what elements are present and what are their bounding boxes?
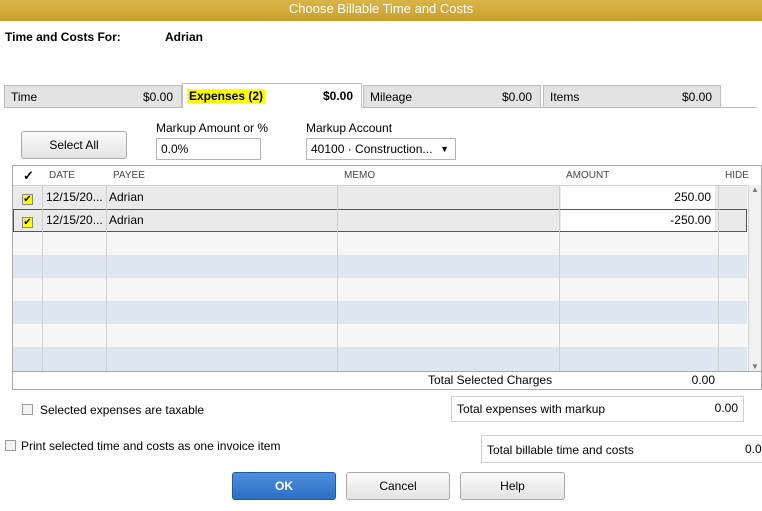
column-header-payee[interactable]: PAYEE — [113, 166, 145, 185]
total-markup-value: 0.00 — [714, 401, 738, 415]
empty-row — [13, 301, 747, 324]
row-1-date: 12/15/20... — [46, 190, 103, 204]
help-label: Help — [500, 479, 525, 493]
column-divider — [106, 185, 107, 371]
taxable-label: Selected expenses are taxable — [40, 403, 205, 417]
tab-mileage[interactable]: Mileage $0.00 — [363, 85, 541, 107]
total-selected-charges-value: 0.00 — [691, 373, 715, 387]
expenses-grid: ✓ DATE PAYEE MEMO AMOUNT HIDE ✔ 12/15/20… — [12, 165, 762, 390]
print-one-item-checkbox[interactable] — [5, 440, 16, 451]
cancel-button[interactable]: Cancel — [346, 472, 450, 500]
window-title-bar: Choose Billable Time and Costs — [0, 0, 762, 21]
column-divider — [337, 185, 338, 371]
row-1-checkbox[interactable]: ✔ — [22, 194, 33, 205]
column-header-check: ✓ — [23, 168, 34, 183]
tab-time-label: Time — [11, 90, 38, 104]
tab-expenses-amount: $0.00 — [322, 89, 353, 103]
markup-amount-label: Markup Amount or % — [156, 121, 269, 135]
tab-panel-border — [4, 107, 757, 108]
row-2-payee: Adrian — [109, 213, 144, 227]
total-selected-charges-label: Total Selected Charges — [428, 373, 553, 387]
row-1-payee: Adrian — [109, 190, 144, 204]
row-2-memo — [339, 210, 559, 233]
total-billable-label: Total billable time and costs — [487, 443, 634, 457]
taxable-checkbox[interactable] — [22, 404, 33, 415]
row-1-memo — [339, 186, 559, 209]
scroll-up-icon[interactable]: ▲ — [751, 185, 759, 194]
tab-items[interactable]: Items $0.00 — [543, 85, 721, 107]
total-markup-label: Total expenses with markup — [457, 402, 606, 416]
row-2-date: 12/15/20... — [46, 213, 103, 227]
tab-items-amount: $0.00 — [681, 90, 712, 104]
customer-name: Adrian — [165, 30, 204, 44]
column-header-hide[interactable]: HIDE — [725, 166, 749, 185]
column-header-date[interactable]: DATE — [49, 166, 75, 185]
ok-button[interactable]: OK — [232, 472, 336, 500]
table-row[interactable]: ✔ 12/15/20... Adrian -250.00 — [13, 209, 747, 232]
markup-account-select[interactable]: 40100 · Construction... ▼ — [306, 138, 456, 160]
select-all-button[interactable]: Select All — [21, 131, 127, 159]
row-1-amount: 250.00 — [561, 186, 715, 209]
empty-row — [13, 324, 747, 347]
row-2-amount: -250.00 — [561, 210, 715, 231]
tab-items-label: Items — [550, 90, 580, 104]
markup-amount-input[interactable]: 0.0% — [156, 138, 261, 160]
tab-time-amount: $0.00 — [142, 90, 173, 104]
column-divider — [718, 185, 719, 371]
empty-row — [13, 278, 747, 301]
empty-row — [13, 347, 747, 371]
totals-divider — [13, 371, 761, 372]
row-2-checkbox[interactable]: ✔ — [22, 217, 33, 228]
empty-row — [13, 255, 747, 278]
empty-row — [13, 232, 747, 255]
cancel-label: Cancel — [379, 479, 417, 493]
print-one-item-label: Print selected time and costs as one inv… — [21, 439, 281, 453]
scroll-down-icon[interactable]: ▼ — [751, 362, 759, 371]
help-button[interactable]: Help — [460, 472, 565, 500]
markup-account-label: Markup Account — [306, 121, 393, 135]
vertical-scrollbar[interactable]: ▲ ▼ — [748, 185, 761, 371]
tab-time[interactable]: Time $0.00 — [4, 85, 182, 107]
tab-mileage-label: Mileage — [370, 90, 413, 104]
column-header-amount[interactable]: AMOUNT — [566, 166, 609, 185]
window-title: Choose Billable Time and Costs — [288, 1, 474, 16]
tab-expenses-label: Expenses (2) — [187, 89, 266, 103]
table-row[interactable]: ✔ 12/15/20... Adrian 250.00 — [13, 186, 747, 209]
total-billable-value: 0.0 — [745, 442, 762, 456]
time-costs-for-label: Time and Costs For: — [5, 30, 121, 44]
column-header-memo[interactable]: MEMO — [344, 166, 375, 185]
markup-amount-value: 0.0% — [161, 142, 189, 156]
markup-account-value: 40100 · Construction... — [311, 142, 433, 156]
active-tab-join — [183, 106, 361, 108]
column-divider — [42, 185, 43, 371]
tab-mileage-amount: $0.00 — [501, 90, 532, 104]
chevron-down-icon: ▼ — [440, 144, 449, 154]
total-markup-box: Total expenses with markup 0.00 — [451, 396, 744, 422]
tab-expenses[interactable]: Expenses (2) $0.00 — [182, 83, 362, 107]
column-divider — [559, 185, 560, 371]
select-all-label: Select All — [49, 138, 99, 152]
total-billable-box: Total billable time and costs 0.0 — [481, 435, 762, 463]
ok-label: OK — [275, 479, 293, 493]
